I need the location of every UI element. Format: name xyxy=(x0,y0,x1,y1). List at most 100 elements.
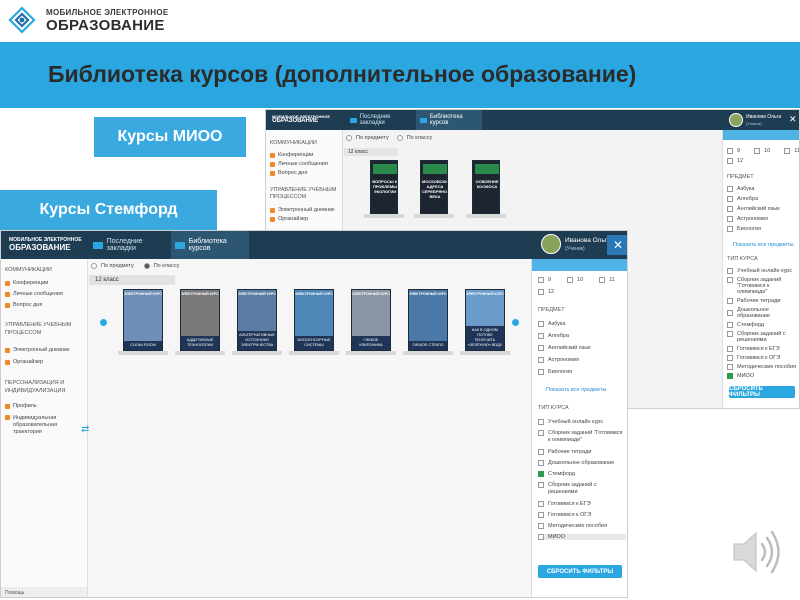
subject-option[interactable]: Азбука xyxy=(538,321,591,327)
course-book[interactable]: ЭЛЕКТРОННЫЙ КУРС АЛЬТЕРНАТИВНЫЕ ИСТОЧНИКИ… xyxy=(237,289,277,351)
checkbox-checked[interactable] xyxy=(727,373,733,379)
avatar-icon[interactable] xyxy=(541,234,561,254)
checkbox[interactable] xyxy=(538,523,544,529)
subject-option[interactable]: Алгебра xyxy=(727,196,780,202)
class-chip[interactable]: 12 класс xyxy=(344,148,398,156)
subject-option[interactable]: Биология xyxy=(538,369,591,375)
type-option[interactable]: Готовимся к ОГЭ xyxy=(538,512,626,518)
type-option[interactable]: МИОО xyxy=(727,373,799,379)
checkbox[interactable] xyxy=(727,310,733,316)
filter-icon[interactable] xyxy=(723,130,799,140)
checkbox[interactable] xyxy=(727,331,733,337)
reset-filters-button[interactable]: СБРОСИТЬ ФИЛЬТРЫ xyxy=(729,386,795,398)
sidebar-item-messages[interactable]: Личные сообщения xyxy=(270,161,328,167)
checkbox[interactable] xyxy=(727,186,733,192)
course-book[interactable]: ЭЛЕКТРОННЫЙ КУРС CLEAN ROOM xyxy=(123,289,163,351)
course-book[interactable]: ЭЛЕКТРОННЫЙ КУРС БИОСЕНСОРНЫЕ СИСТЕМЫ xyxy=(294,289,334,351)
sidebar-item-conferences[interactable]: Конференции xyxy=(5,280,48,286)
sidebar-item-organizer[interactable]: Органайзер xyxy=(270,216,308,222)
checkbox[interactable] xyxy=(727,196,733,202)
checkbox[interactable] xyxy=(727,277,733,283)
type-option[interactable]: Дошкольное образование xyxy=(538,460,626,466)
sort-radio-subject[interactable] xyxy=(346,135,352,141)
close-icon[interactable]: ✕ xyxy=(789,114,797,125)
type-option[interactable]: Сборник заданий "Готовимся к олимпиаде" xyxy=(727,277,799,295)
checkbox[interactable] xyxy=(538,501,544,507)
subject-option[interactable]: Астрономия xyxy=(727,216,780,222)
sidebar-item-question[interactable]: Вопрос дня xyxy=(270,170,307,176)
checkbox[interactable] xyxy=(538,512,544,518)
type-option[interactable]: Рабочие тетради xyxy=(727,298,799,304)
checkbox[interactable] xyxy=(727,355,733,361)
subject-option[interactable]: Английский язык xyxy=(538,345,591,351)
subject-option[interactable]: Биология xyxy=(727,226,780,232)
checkbox[interactable] xyxy=(538,321,544,327)
footer-help[interactable]: Помощь xyxy=(1,587,87,597)
carousel-next-icon[interactable] xyxy=(512,319,519,326)
subject-option[interactable]: Азбука xyxy=(727,186,780,192)
grade-checkbox[interactable] xyxy=(538,277,544,283)
speaker-icon[interactable] xyxy=(730,526,784,578)
checkbox[interactable] xyxy=(727,346,733,352)
checkbox[interactable] xyxy=(727,322,733,328)
checkbox[interactable] xyxy=(538,460,544,466)
checkbox[interactable] xyxy=(538,369,544,375)
checkbox[interactable] xyxy=(727,206,733,212)
type-option[interactable]: Дошкольное образование xyxy=(727,307,799,319)
type-option[interactable]: Сборник заданий с решениями xyxy=(727,331,799,343)
type-option[interactable]: Готовимся к ЕГЭ xyxy=(538,501,626,507)
class-chip[interactable]: 12 класс xyxy=(89,275,175,285)
type-option[interactable]: Методические пособия xyxy=(727,364,799,370)
checkbox[interactable] xyxy=(538,430,544,436)
checkbox[interactable] xyxy=(538,333,544,339)
tab-course-library[interactable]: Библиотека курсов xyxy=(171,231,249,259)
type-option[interactable]: Сборник заданий "Готовимся к олимпиаде" xyxy=(538,430,626,444)
type-option[interactable]: Сборник заданий с решениями xyxy=(538,482,626,496)
checkbox[interactable] xyxy=(727,298,733,304)
sidebar-item-messages[interactable]: Личные сообщения xyxy=(5,291,63,297)
sidebar-item-diary[interactable]: Электронный дневник xyxy=(270,207,335,213)
course-book[interactable]: ЭЛЕКТРОННЫЙ КУРС АДДИТИВНЫЕ ТЕХНОЛОГИИ xyxy=(180,289,220,351)
checkbox[interactable] xyxy=(538,345,544,351)
type-option[interactable]: МИОО xyxy=(538,534,626,540)
sidebar-item-diary[interactable]: Электронный дневник xyxy=(5,347,70,353)
course-book[interactable]: МОСКОВСКИЕ АДРЕСА СЕРЕБРЯНОГО ВЕКА xyxy=(420,160,448,214)
checkbox[interactable] xyxy=(538,419,544,425)
grade-checkbox[interactable] xyxy=(538,289,544,295)
course-book[interactable]: ЭЛЕКТРОННЫЙ КУРС ГИБКОЕ СТЕКЛО xyxy=(408,289,448,351)
grade-checkbox[interactable] xyxy=(727,148,733,154)
course-book[interactable]: ОСВОЕНИЕ КОСМОСА xyxy=(472,160,500,214)
sidebar-item-profile[interactable]: Профиль xyxy=(5,403,37,409)
sidebar-item-conferences[interactable]: Конференции xyxy=(270,152,313,158)
subject-option[interactable]: Астрономия xyxy=(538,357,591,363)
grade-checkbox[interactable] xyxy=(784,148,791,154)
type-option[interactable]: Учебный онлайн курс xyxy=(538,419,626,425)
type-option[interactable]: Рабочие тетради xyxy=(538,449,626,455)
grade-checkbox[interactable] xyxy=(567,277,574,283)
checkbox[interactable] xyxy=(727,364,733,370)
type-option[interactable]: Методические пособия xyxy=(538,523,626,529)
tab-recent-bookmarks[interactable]: Последние закладки xyxy=(346,110,414,130)
subject-option[interactable]: Алгебра xyxy=(538,333,591,339)
type-option[interactable]: Учебный онлайн курс xyxy=(727,268,799,274)
avatar-icon[interactable] xyxy=(729,113,743,127)
course-book[interactable]: ЭЛЕКТРОННЫЙ КУРС КАК В ОДНОМ ПОТОКЕ ПОЛУЧ… xyxy=(465,289,505,351)
sort-radio-class[interactable] xyxy=(396,135,403,141)
type-option[interactable]: Готовимся к ОГЭ xyxy=(727,355,799,361)
checkbox[interactable] xyxy=(538,357,544,363)
grade-checkbox[interactable] xyxy=(599,277,606,283)
grade-checkbox[interactable] xyxy=(727,158,733,164)
type-option-checked[interactable]: Стемфорд xyxy=(538,471,626,477)
reset-filters-button[interactable]: СБРОСИТЬ ФИЛЬТРЫ xyxy=(538,565,622,578)
subject-option[interactable]: Английский язык xyxy=(727,206,780,212)
show-all-subjects-link[interactable]: Показать все предметы xyxy=(546,387,606,393)
filter-icon[interactable] xyxy=(532,259,627,271)
sidebar-item-organizer[interactable]: Органайзер xyxy=(5,359,43,365)
sidebar-item-question[interactable]: Вопрос дня xyxy=(5,302,42,308)
carousel-prev-icon[interactable] xyxy=(100,319,107,326)
checkbox[interactable] xyxy=(727,226,733,232)
sort-radio-subject[interactable] xyxy=(91,263,97,269)
collapse-sidebar-icon[interactable]: ⇄ xyxy=(81,424,93,436)
checkbox[interactable] xyxy=(538,449,544,455)
course-book[interactable]: ЭЛЕКТРОННЫЙ КУРС ГИБКОЕ КЛИПОНИКА xyxy=(351,289,391,351)
